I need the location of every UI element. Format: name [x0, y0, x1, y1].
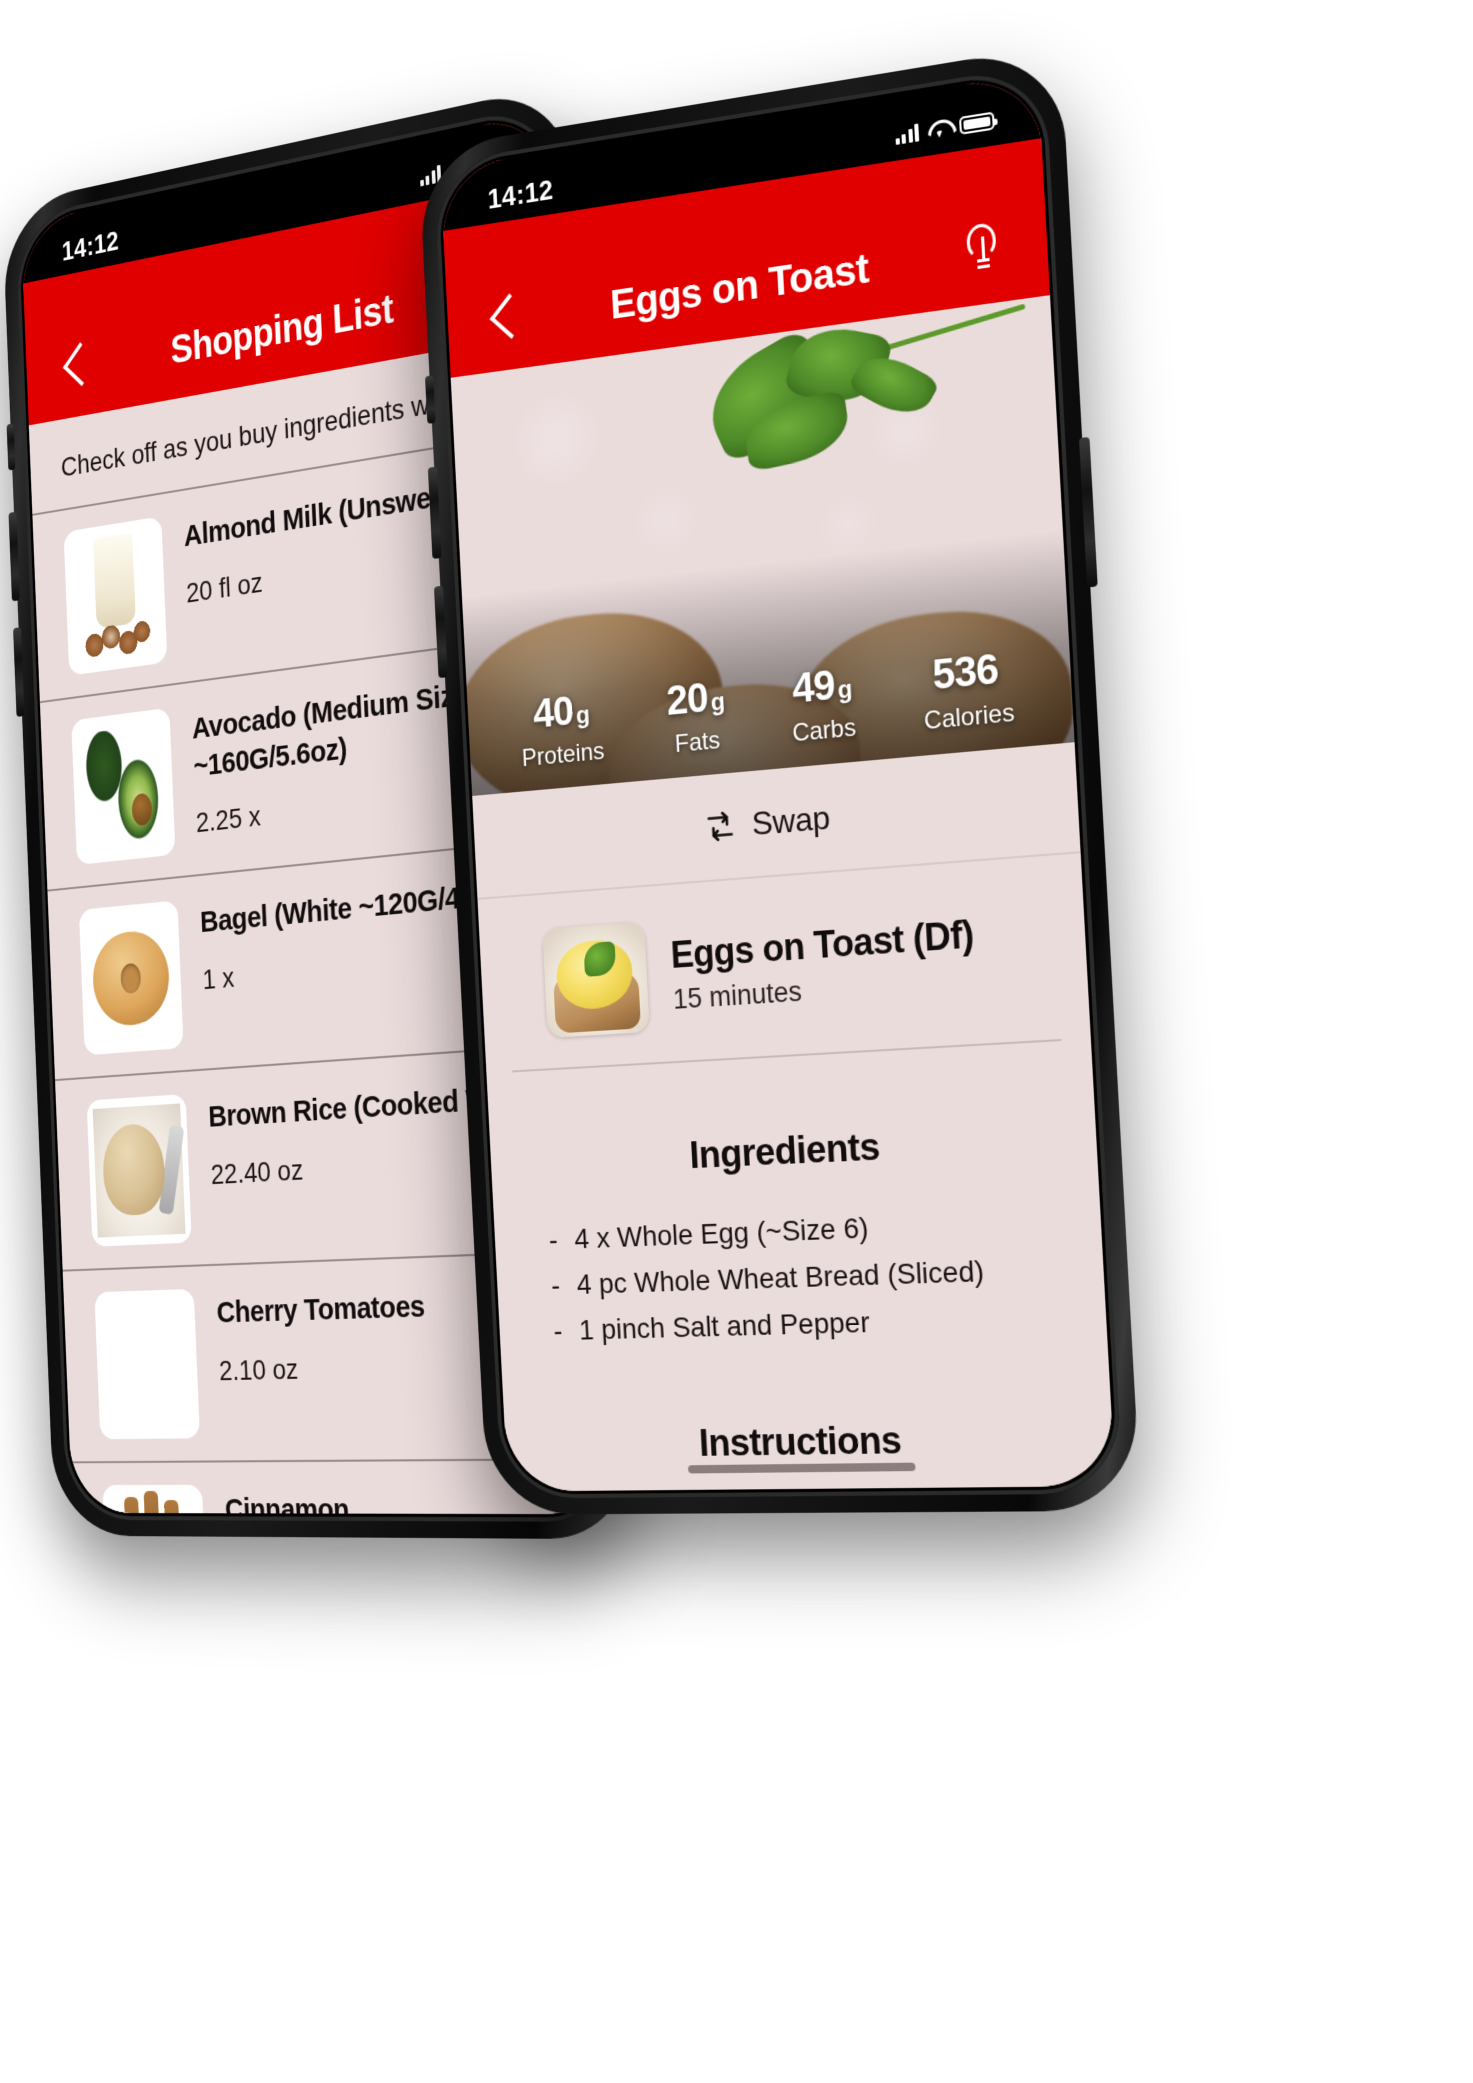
cinnamon-thumb: [102, 1484, 209, 1515]
recipe-hero-image: 40g Proteins 20g Fats 49g Carbs 536 Calo…: [450, 295, 1075, 796]
nutrition-calories: 536 Calories: [921, 646, 1016, 737]
ingredients-section: Ingredients -4 x Whole Egg (~Size 6) -4 …: [490, 1114, 1107, 1355]
bullet-dash: -: [552, 1314, 564, 1346]
phone-bezel-right: 14:12 Eggs on Toast 40g Proteins 20g Fat…: [433, 63, 1124, 1499]
instructions-heading: Instructions: [697, 1419, 903, 1465]
wifi-icon: [927, 118, 950, 139]
bullet-dash: -: [548, 1223, 559, 1256]
recipe-thumbnail: [542, 921, 650, 1039]
mute-switch[interactable]: [424, 375, 436, 424]
brown-rice-thumb: [86, 1094, 192, 1247]
mute-switch[interactable]: [6, 423, 16, 471]
list-item-text: Cinnamon 1 pinch: [224, 1485, 352, 1515]
volume-up-button[interactable]: [8, 511, 20, 602]
list-item-name: Cherry Tomatoes: [216, 1289, 426, 1330]
nutrition-carbs: 49g Carbs: [789, 662, 857, 749]
avocado-thumb: [71, 707, 176, 865]
volume-down-button[interactable]: [13, 627, 25, 717]
power-button[interactable]: [1078, 436, 1098, 588]
cherry-tomatoes-thumb: [94, 1288, 200, 1440]
nutrition-value: 40g: [532, 688, 590, 737]
list-item-text: Cherry Tomatoes 2.10 oz: [216, 1281, 428, 1387]
nutrition-unit: [1000, 660, 1002, 689]
screen-right: 14:12 Eggs on Toast 40g Proteins 20g Fat…: [440, 72, 1116, 1492]
nutrition-fats: 20g Fats: [665, 675, 727, 760]
nutrition-unit: g: [710, 687, 725, 717]
bagel-thumb: [78, 900, 184, 1056]
nutrition-proteins: 40g Proteins: [519, 688, 605, 774]
list-item-qty: 2.10 oz: [218, 1352, 299, 1386]
status-time: 14:12: [61, 225, 120, 267]
bullet-dash: -: [550, 1269, 561, 1301]
nutrition-value: 49g: [791, 662, 853, 713]
ingredients-list: -4 x Whole Egg (~Size 6) -4 pc Whole Whe…: [531, 1198, 1065, 1355]
ingredients-heading: Ingredients: [688, 1125, 881, 1177]
nutrition-unit: g: [837, 675, 853, 705]
back-chevron-icon[interactable]: [53, 333, 100, 396]
recipe-meta: Eggs on Toast (Df) 15 minutes: [670, 912, 977, 1016]
almond-milk-thumb: [63, 516, 168, 676]
nutrition-value: 20g: [665, 675, 725, 725]
lightbulb-icon[interactable]: [952, 213, 1013, 280]
phone-mockup-recipe-detail: 14:12 Eggs on Toast 40g Proteins 20g Fat…: [417, 44, 1142, 1515]
screenshot-stage: 14:12 Shopping List Check off as you buy…: [0, 0, 1473, 2083]
nutrition-label: Fats: [674, 726, 721, 759]
swap-icon: [702, 808, 737, 846]
battery-icon: [958, 110, 995, 135]
recipe-scroll-body[interactable]: 40g Proteins 20g Fats 49g Carbs 536 Calo…: [450, 295, 1116, 1492]
nutrition-unit: g: [575, 701, 590, 730]
instructions-section: Instructions 1.Cook eggs to your liking,…: [505, 1416, 1116, 1492]
signal-bars-icon: [894, 122, 920, 146]
status-icons: [894, 110, 995, 146]
back-chevron-icon[interactable]: [478, 284, 533, 347]
list-item-name: Cinnamon: [224, 1492, 350, 1515]
nutrition-value: 536: [921, 646, 1014, 699]
status-time: 14:12: [486, 174, 554, 215]
swap-label: Swap: [750, 798, 831, 842]
ingredient-text: 1 pinch Salt and Pepper: [578, 1305, 871, 1346]
nutrition-label: Carbs: [791, 713, 857, 748]
